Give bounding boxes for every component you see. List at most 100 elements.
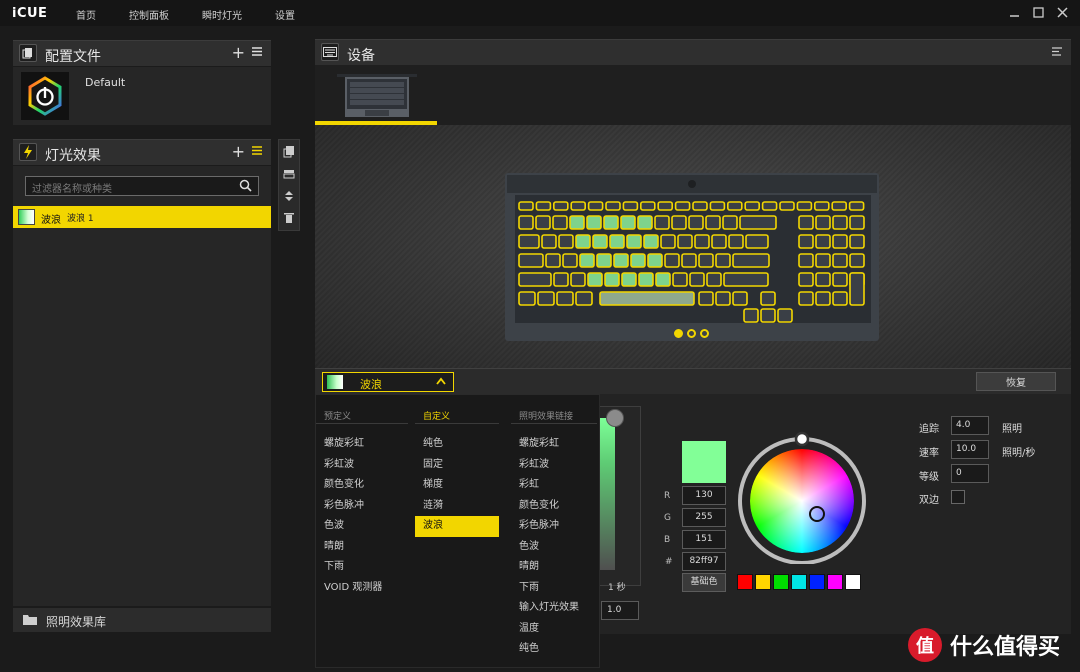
keyboard-key[interactable] <box>798 215 814 230</box>
minimize-icon[interactable] <box>1008 5 1020 19</box>
menu-item[interactable]: VOID 观测器 <box>316 578 408 599</box>
keyboard-key[interactable] <box>849 215 865 230</box>
keyboard-key[interactable] <box>779 201 795 211</box>
blue-input[interactable]: 151 <box>682 530 726 549</box>
copy-icon[interactable] <box>282 145 296 159</box>
keyboard-key[interactable] <box>654 215 670 230</box>
menu-item[interactable]: 涟漪 <box>415 496 499 517</box>
pager-dot-3[interactable] <box>700 329 709 338</box>
keyboard-key[interactable] <box>609 234 625 249</box>
keyboard-key[interactable] <box>681 253 697 268</box>
keyboard-key[interactable] <box>798 272 814 287</box>
keyboard-key[interactable] <box>732 291 748 306</box>
menu-item[interactable]: 下雨 <box>511 578 597 599</box>
keyboard-key[interactable] <box>709 201 726 211</box>
trail-input[interactable]: 4.0 <box>951 416 989 435</box>
keyboard-key[interactable] <box>518 234 540 249</box>
keyboard-key[interactable] <box>626 234 642 249</box>
menu-item[interactable]: 固定 <box>415 455 499 476</box>
palette-color-4[interactable] <box>791 574 807 590</box>
palette-color-2[interactable] <box>755 574 771 590</box>
keyboard-key[interactable] <box>743 308 759 323</box>
search-icon[interactable] <box>239 179 252 195</box>
keyboard-key[interactable] <box>587 272 603 287</box>
palette-color-6[interactable] <box>827 574 843 590</box>
keyboard-key[interactable] <box>518 291 536 306</box>
bidirectional-checkbox[interactable] <box>951 490 965 504</box>
keyboard-key[interactable] <box>796 201 813 211</box>
keyboard-key[interactable] <box>692 201 708 211</box>
menu-item[interactable]: 梯度 <box>415 475 499 496</box>
keyboard-key[interactable] <box>604 272 620 287</box>
menu-item[interactable]: 温度 <box>511 619 597 640</box>
keyboard-key[interactable] <box>671 215 687 230</box>
keyboard-key[interactable] <box>613 253 629 268</box>
keyboard-key[interactable] <box>541 234 557 249</box>
keyboard-key[interactable] <box>569 215 585 230</box>
keyboard-key[interactable] <box>832 234 848 249</box>
delete-icon[interactable] <box>282 211 296 225</box>
keyboard-key[interactable] <box>518 253 544 268</box>
effect-type-dropdown[interactable]: 波浪 <box>322 372 454 392</box>
keyboard-key[interactable] <box>596 253 612 268</box>
keyboard-key[interactable] <box>744 201 761 211</box>
speed-input[interactable]: 10.0 <box>951 440 989 459</box>
keyboard-key[interactable] <box>545 253 561 268</box>
keyboard-key[interactable] <box>518 201 534 211</box>
keyboard-key[interactable] <box>832 291 848 306</box>
keyboard-key[interactable] <box>848 201 865 211</box>
gradient-stop-handle[interactable] <box>606 409 624 427</box>
keyboard-key[interactable] <box>575 234 591 249</box>
green-input[interactable]: 255 <box>682 508 726 527</box>
keyboard-key[interactable] <box>815 291 831 306</box>
keyboard-key[interactable] <box>798 253 814 268</box>
keyboard-key[interactable] <box>664 253 680 268</box>
add-effect-icon[interactable]: + <box>232 142 245 161</box>
level-input[interactable]: 0 <box>951 464 989 483</box>
close-icon[interactable] <box>1056 5 1068 19</box>
nav-home[interactable]: 首页 <box>76 7 96 22</box>
keyboard-key[interactable] <box>761 201 778 211</box>
keyboard-key[interactable] <box>586 215 602 230</box>
keyboard-key[interactable] <box>815 272 831 287</box>
keyboard-key[interactable] <box>688 215 704 230</box>
keyboard-key[interactable] <box>831 201 848 211</box>
effect-item-wave[interactable]: 波浪 波浪 1 <box>13 206 271 228</box>
keyboard-key[interactable] <box>777 308 793 323</box>
keyboard-key[interactable] <box>760 291 776 306</box>
keyboard-key[interactable] <box>698 253 714 268</box>
keyboard-key[interactable] <box>815 253 831 268</box>
keyboard-key[interactable] <box>815 234 831 249</box>
keyboard-key[interactable] <box>813 201 830 211</box>
keyboard-key[interactable] <box>698 291 714 306</box>
keyboard-key[interactable] <box>849 272 865 306</box>
keyboard-key[interactable] <box>723 272 769 287</box>
keyboard-key[interactable] <box>655 272 671 287</box>
keyboard-key[interactable] <box>798 291 814 306</box>
keyboard-key[interactable] <box>711 234 727 249</box>
keyboard-key[interactable] <box>570 201 587 211</box>
keyboard-key[interactable] <box>637 215 653 230</box>
menu-item[interactable]: 晴朗 <box>511 557 597 578</box>
menu-item[interactable]: 彩虹 <box>511 475 597 496</box>
restore-button[interactable]: 恢复 <box>976 372 1056 391</box>
keyboard-key[interactable] <box>535 201 552 211</box>
menu-item[interactable]: 色波 <box>316 516 408 537</box>
keyboard-key[interactable] <box>638 272 654 287</box>
menu-item[interactable]: 输入灯光效果 <box>511 598 597 619</box>
red-input[interactable]: 130 <box>682 486 726 505</box>
nav-settings[interactable]: 设置 <box>275 7 295 22</box>
keyboard-key[interactable] <box>832 215 848 230</box>
menu-item[interactable]: 螺旋彩虹 <box>511 434 597 455</box>
effect-menu-icon[interactable] <box>251 142 263 161</box>
keyboard-key[interactable] <box>518 272 552 287</box>
keyboard-key[interactable] <box>849 234 865 249</box>
keyboard-key[interactable] <box>815 215 831 230</box>
keyboard-key[interactable] <box>660 234 676 249</box>
menu-item[interactable]: 彩虹波 <box>316 455 408 476</box>
keyboard-key[interactable] <box>575 291 593 306</box>
lighting-library-bar[interactable]: 照明效果库 <box>13 608 271 632</box>
keyboard-key[interactable] <box>553 272 569 287</box>
keyboard-key[interactable] <box>760 308 776 323</box>
palette-color-1[interactable] <box>737 574 753 590</box>
